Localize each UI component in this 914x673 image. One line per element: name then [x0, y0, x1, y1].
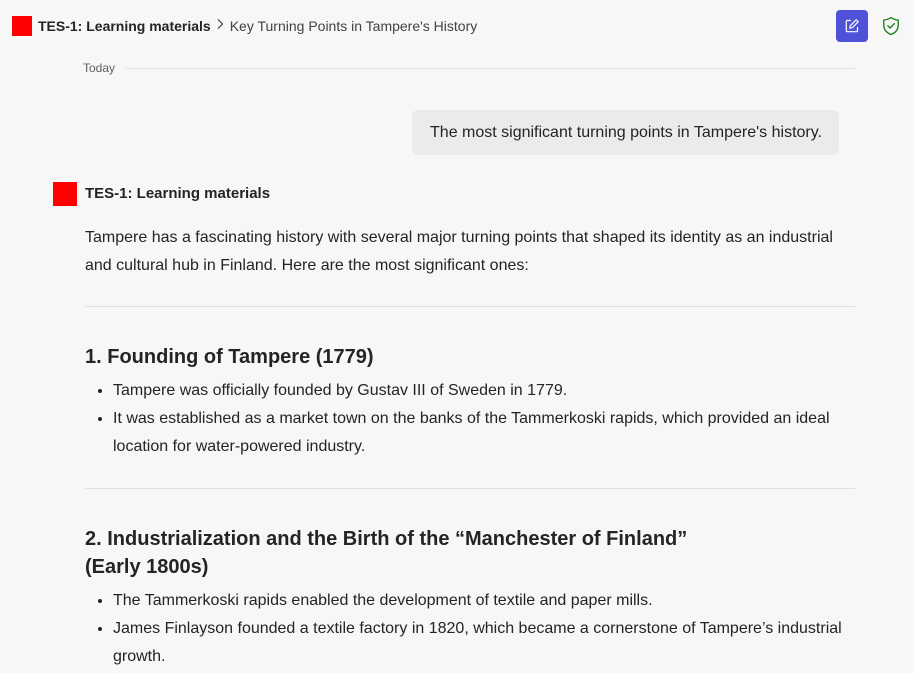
shield-check-icon[interactable] [882, 16, 900, 36]
section-heading-line: 2. Industrialization and the Birth of th… [85, 528, 688, 550]
user-message-bubble: The most significant turning points in T… [412, 110, 839, 155]
chevron-right-icon [216, 17, 224, 35]
breadcrumb-app-name[interactable]: TES-1: Learning materials [38, 17, 211, 35]
list-item: It was established as a market town on t… [113, 405, 855, 461]
section-heading-line: (Early 1800s) [85, 556, 209, 578]
section-divider [85, 306, 855, 307]
list-item: The Tammerkoski rapids enabled the devel… [113, 587, 855, 615]
list-item: James Finlayson founded a textile factor… [113, 615, 855, 671]
section-heading: 2. Industrialization and the Birth of th… [85, 525, 855, 581]
bullet-list: The Tammerkoski rapids enabled the devel… [85, 587, 855, 671]
section-heading: 1. Founding of Tampere (1779) [85, 346, 374, 368]
new-chat-button[interactable] [836, 10, 868, 42]
date-label: Today [83, 61, 116, 75]
date-divider: Today [83, 60, 855, 76]
app-logo [12, 16, 32, 36]
bullet-list: Tampere was officially founded by Gustav… [85, 377, 855, 461]
divider-line [125, 67, 855, 69]
bot-message-content: Tampere has a fascinating history with s… [85, 224, 855, 671]
intro-paragraph: Tampere has a fascinating history with s… [85, 229, 833, 274]
list-item: Tampere was officially founded by Gustav… [113, 377, 855, 405]
bot-sender-name: TES-1: Learning materials [85, 185, 271, 202]
top-bar: TES-1: Learning materials Key Turning Po… [0, 0, 914, 52]
breadcrumb: TES-1: Learning materials Key Turning Po… [38, 17, 477, 35]
compose-icon [845, 19, 859, 33]
breadcrumb-conversation-title: Key Turning Points in Tampere's History [229, 18, 478, 34]
bot-avatar [53, 182, 77, 206]
section-divider [85, 488, 855, 489]
